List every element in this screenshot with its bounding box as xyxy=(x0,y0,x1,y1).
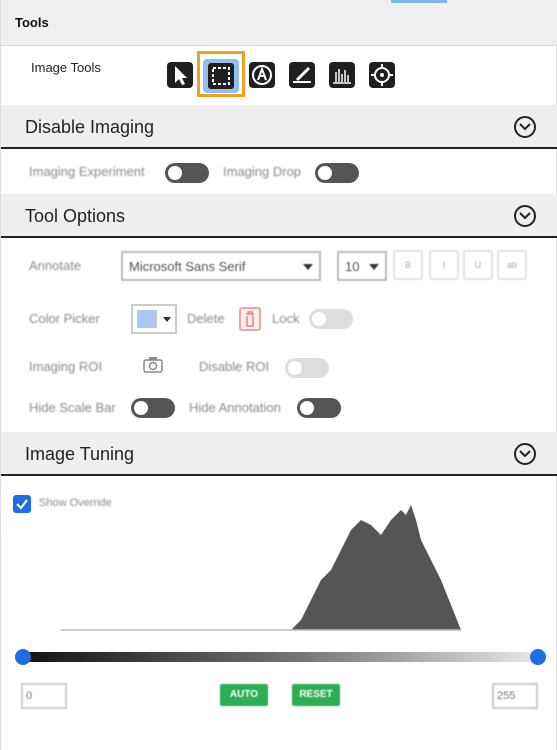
disable-roi-label: Disable ROI xyxy=(199,359,270,374)
section-title: Disable Imaging xyxy=(25,117,155,137)
font-family-value: Microsoft Sans Serif xyxy=(129,259,246,274)
chevron-down-icon[interactable] xyxy=(514,443,536,465)
chevron-down-icon[interactable] xyxy=(514,116,536,138)
section-title: Image Tuning xyxy=(25,444,135,464)
trash-icon[interactable] xyxy=(239,307,261,331)
hide-scale-bar-toggle[interactable] xyxy=(131,398,175,418)
imaging-experiment-toggle[interactable] xyxy=(165,163,209,183)
underline-button[interactable]: U xyxy=(463,250,493,280)
color-swatch xyxy=(137,310,157,328)
annotate-label: Annotate xyxy=(29,258,82,273)
intensity-range-slider[interactable] xyxy=(21,652,539,662)
auto-button[interactable]: AUTO xyxy=(220,684,268,706)
imaging-experiment-label: Imaging Experiment xyxy=(29,164,145,179)
crosshair-icon xyxy=(371,64,393,86)
min-value-input[interactable]: 0 xyxy=(21,683,67,709)
hide-annotation-toggle[interactable] xyxy=(297,398,341,418)
lock-toggle[interactable] xyxy=(309,309,353,329)
annotate-tool-button[interactable] xyxy=(249,62,275,88)
tab-accent xyxy=(391,0,447,3)
bold-button[interactable]: B xyxy=(393,250,423,280)
chevron-down-icon xyxy=(303,264,313,270)
font-size-value: 10 xyxy=(345,259,360,274)
imaging-drop-label: Imaging Drop xyxy=(223,164,302,179)
ruler-tool-button[interactable] xyxy=(289,62,315,88)
color-picker-label: Color Picker xyxy=(29,311,100,326)
histogram-chart xyxy=(61,505,461,631)
histogram-tool-button[interactable] xyxy=(329,62,355,88)
italic-button[interactable]: I xyxy=(429,250,459,280)
tools-header: Tools xyxy=(1,0,557,46)
font-family-select[interactable]: Microsoft Sans Serif xyxy=(121,251,321,281)
min-slider-handle[interactable] xyxy=(15,649,31,665)
histogram-icon xyxy=(333,69,351,84)
hide-scale-bar-label: Hide Scale Bar xyxy=(29,400,116,415)
max-value-input[interactable]: 255 xyxy=(492,683,538,709)
section-title: Tool Options xyxy=(25,206,126,226)
ruler-icon xyxy=(293,66,311,83)
chevron-down-icon xyxy=(369,264,379,270)
tools-panel: Tools Image Tools Disable Imaging Imagin… xyxy=(0,0,557,750)
histogram-shape xyxy=(61,505,461,630)
lock-label: Lock xyxy=(272,311,300,326)
strikethrough-button[interactable]: ab xyxy=(497,250,527,280)
section-disable-imaging[interactable]: Disable Imaging xyxy=(1,105,557,149)
annotate-icon xyxy=(252,65,272,85)
rectangle-select-tool-button[interactable] xyxy=(203,59,239,93)
delete-label: Delete xyxy=(187,311,225,326)
section-image-tuning[interactable]: Image Tuning xyxy=(1,432,557,476)
max-slider-handle[interactable] xyxy=(530,649,546,665)
imaging-drop-toggle[interactable] xyxy=(315,163,359,183)
imaging-roi-label: Imaging ROI xyxy=(29,359,102,374)
pointer-tool-button[interactable] xyxy=(167,62,193,88)
section-tool-options[interactable]: Tool Options xyxy=(1,194,557,238)
pointer-icon xyxy=(175,66,187,85)
rectangle-select-icon xyxy=(208,63,234,89)
chevron-down-icon xyxy=(163,317,171,322)
chevron-down-icon[interactable] xyxy=(514,205,536,227)
reset-button[interactable]: RESET xyxy=(292,684,340,706)
font-size-select[interactable]: 10 xyxy=(337,251,387,281)
disable-roi-toggle[interactable] xyxy=(285,358,329,378)
crosshair-tool-button[interactable] xyxy=(369,62,395,88)
camera-icon[interactable] xyxy=(142,355,164,375)
tools-title: Tools xyxy=(15,15,49,30)
hide-annotation-label: Hide Annotation xyxy=(189,400,281,415)
image-tools-label: Image Tools xyxy=(31,60,101,75)
color-picker[interactable] xyxy=(131,304,177,334)
